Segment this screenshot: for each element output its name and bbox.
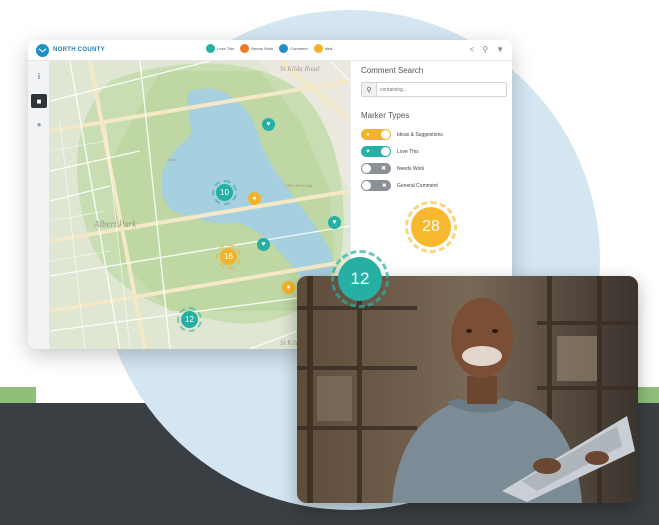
search-icon[interactable]: ⚲ (482, 45, 488, 55)
person-with-laptop-photo (297, 276, 638, 503)
brand[interactable]: NORTH COUNTY (36, 43, 105, 57)
marker-type-row: ■ General Comment (361, 180, 438, 191)
legend-item-love-this[interactable]: Love This (206, 44, 234, 53)
map-cluster[interactable]: 16 (216, 244, 241, 269)
page: NORTH COUNTY Love This Needs Work Commen… (0, 0, 659, 525)
comment-icon (279, 44, 289, 53)
map-label-albert-park: Albert Park (94, 219, 137, 229)
marker-type-row: ✖ Needs Work (361, 163, 424, 174)
comments-icon[interactable]: ■ (31, 94, 47, 108)
info-icon[interactable]: ℹ (31, 69, 47, 83)
marker-type-row: ● Ideas & Suggestions (361, 129, 443, 140)
overlay-count: 12 (350, 269, 370, 288)
legend-item-comment[interactable]: Comment (279, 44, 308, 53)
heart-icon[interactable]: ♥ (328, 216, 341, 229)
heart-icon[interactable]: ♥ (262, 118, 275, 131)
general-comment-toggle[interactable]: ■ (361, 180, 391, 191)
map-label-st-kilda-road: St Kilda Road (280, 65, 320, 73)
left-sidebar: ℹ ■ ● (28, 61, 50, 349)
map-label-lake: Lake (168, 157, 176, 162)
comment-search-input[interactable] (380, 85, 500, 94)
share-icon[interactable]: < (470, 45, 475, 55)
map-cluster[interactable]: 12 (177, 307, 202, 332)
comment-search-title: Comment Search (361, 66, 424, 75)
legend-label: Needs Work (251, 46, 274, 51)
green-accent-left (0, 387, 36, 403)
total-count-badge[interactable]: 28 (405, 201, 457, 253)
comment-icon: ■ (382, 182, 386, 189)
legend-item-idea[interactable]: Idea (313, 44, 333, 53)
marker-legend: Love This Needs Work Comment Idea (206, 44, 332, 53)
lightbulb-icon[interactable]: ● (248, 192, 261, 205)
marker-type-row: ♥ Love This (361, 146, 419, 157)
heart-icon[interactable]: ♥ (257, 238, 270, 251)
love-this-toggle[interactable]: ♥ (361, 146, 391, 157)
toggle-label: Ideas & Suggestions (397, 131, 443, 138)
toggle-label: Love This (397, 148, 419, 155)
filter-icon[interactable]: ▼ (496, 45, 504, 55)
map-cluster[interactable]: 10 (212, 180, 237, 205)
legend-item-needs-work[interactable]: Needs Work (240, 44, 273, 53)
total-count: 28 (422, 218, 440, 235)
cluster-count: 10 (220, 188, 229, 197)
toggle-label: General Comment (397, 182, 438, 189)
user-icon[interactable]: ● (31, 117, 47, 131)
cluster-count: 16 (224, 252, 233, 261)
heart-icon (206, 44, 215, 53)
search-icon[interactable]: ⚲ (362, 83, 377, 96)
legend-label: Comment (290, 46, 308, 51)
legend-label: Idea (324, 46, 333, 51)
map-label-albert-park-lake: Albert Park Lake (285, 183, 313, 188)
cluster-count: 12 (185, 315, 194, 324)
marker-types-title: Marker Types (361, 111, 410, 120)
lightbulb-icon[interactable]: ● (282, 281, 295, 294)
lightbulb-icon: ● (366, 131, 370, 138)
top-bar: NORTH COUNTY Love This Needs Work Commen… (28, 40, 512, 61)
brand-name: NORTH COUNTY (53, 47, 105, 53)
overlay-count-badge[interactable]: 12 (331, 250, 389, 308)
wrench-icon: ✖ (380, 166, 386, 172)
needs-work-toggle[interactable]: ✖ (361, 163, 391, 174)
photo-illustration (297, 276, 638, 503)
top-actions: < ⚲ ▼ (470, 45, 504, 55)
heart-icon: ♥ (366, 148, 370, 155)
legend-label: Love This (217, 46, 235, 51)
lightbulb-icon (313, 44, 323, 53)
brand-logo-icon (36, 43, 49, 57)
ideas-toggle[interactable]: ● (361, 129, 391, 140)
wrench-icon (240, 44, 250, 53)
toggle-label: Needs Work (397, 165, 425, 172)
search-box: ⚲ (361, 82, 507, 97)
